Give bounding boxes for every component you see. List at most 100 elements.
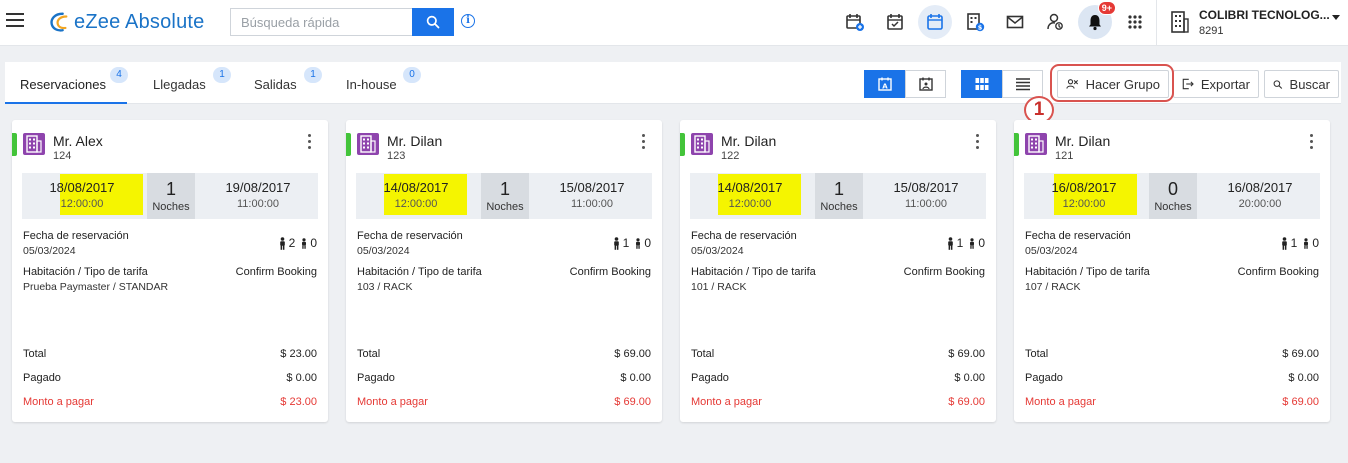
calendar-a-icon: A bbox=[877, 77, 892, 91]
handshake-button[interactable] bbox=[1038, 5, 1072, 39]
tab-reservaciones[interactable]: Reservaciones 4 bbox=[5, 62, 128, 104]
children-count: 0 bbox=[310, 236, 317, 250]
total-label: Total bbox=[1025, 348, 1049, 360]
arrival: 16/08/2017 12:00:00 bbox=[1024, 173, 1144, 219]
reservation-card[interactable]: Mr. Alex 124 18/08/2017 12:00:00 1 Noche… bbox=[12, 120, 328, 422]
adults-count: 1 bbox=[1290, 236, 1298, 250]
occupancy: 1 0 bbox=[612, 236, 651, 250]
arrival: 14/08/2017 12:00:00 bbox=[690, 173, 810, 219]
booking-date-label: Fecha de reservación bbox=[357, 230, 463, 242]
grid-icon bbox=[975, 78, 988, 90]
reservation-card[interactable]: Mr. Dilan 121 16/08/2017 12:00:00 0 Noch… bbox=[1014, 120, 1330, 422]
arrival-time: 12:00:00 bbox=[728, 198, 772, 210]
export-button[interactable]: Exportar bbox=[1173, 70, 1259, 98]
nights-box: 1 Noches bbox=[147, 173, 195, 219]
handshake-icon bbox=[1047, 13, 1063, 30]
more-options-icon[interactable] bbox=[303, 134, 315, 150]
calendar-add-button[interactable] bbox=[838, 5, 872, 39]
departure: 15/08/2017 11:00:00 bbox=[532, 173, 652, 219]
due-label: Monto a pagar bbox=[1025, 396, 1096, 408]
guest-name[interactable]: Mr. Dilan bbox=[721, 133, 776, 149]
arrival-date: 18/08/2017 bbox=[49, 180, 115, 195]
reservation-number: 124 bbox=[53, 150, 72, 162]
departure-time: 11:00:00 bbox=[236, 198, 279, 210]
room-rate: Prueba Paymaster / STANDAR bbox=[23, 281, 169, 293]
more-options-icon[interactable] bbox=[1305, 134, 1317, 150]
mail-button[interactable] bbox=[998, 5, 1032, 39]
calendar-check-button[interactable] bbox=[878, 5, 912, 39]
search-reservations-button[interactable]: Buscar bbox=[1264, 70, 1339, 98]
paid-amount: $ 0.00 bbox=[954, 372, 985, 384]
arrival: 14/08/2017 12:00:00 bbox=[356, 173, 476, 219]
company-dropdown-caret-icon[interactable] bbox=[1332, 15, 1340, 20]
notifications-button[interactable]: 9+ bbox=[1078, 1, 1116, 39]
calendar-icon bbox=[927, 14, 943, 30]
arrival-view-button[interactable]: A bbox=[864, 70, 905, 98]
due-label: Monto a pagar bbox=[23, 396, 94, 408]
tab-count-badge: 1 bbox=[213, 67, 231, 83]
billing-button[interactable]: $ bbox=[958, 5, 992, 39]
departure-time: 11:00:00 bbox=[904, 198, 947, 210]
company-name[interactable]: COLIBRI TECNOLOG... bbox=[1199, 8, 1330, 22]
calendar-button[interactable] bbox=[918, 5, 952, 39]
departure-date: 15/08/2017 bbox=[559, 180, 625, 195]
paid-amount: $ 0.00 bbox=[286, 372, 317, 384]
booking-date: 05/03/2024 bbox=[357, 245, 410, 257]
total-amount: $ 69.00 bbox=[948, 348, 985, 360]
room-building-icon bbox=[23, 133, 45, 155]
more-options-icon[interactable] bbox=[637, 134, 649, 150]
booking-status: Confirm Booking bbox=[569, 266, 651, 278]
svg-text:A: A bbox=[882, 83, 888, 91]
guest-name[interactable]: Mr. Dilan bbox=[387, 133, 442, 149]
svg-text:$: $ bbox=[978, 24, 983, 32]
due-label: Monto a pagar bbox=[357, 396, 428, 408]
departure: 16/08/2017 20:00:00 bbox=[1200, 173, 1320, 219]
total-label: Total bbox=[357, 348, 381, 360]
arrival-time: 12:00:00 bbox=[1062, 198, 1106, 210]
child-icon bbox=[636, 237, 641, 249]
tab-llegadas[interactable]: Llegadas 1 bbox=[140, 62, 235, 104]
grid-view-button[interactable] bbox=[961, 70, 1002, 98]
apps-button[interactable] bbox=[1118, 5, 1152, 39]
children-count: 0 bbox=[1312, 236, 1319, 250]
export-icon bbox=[1182, 78, 1194, 90]
layout-toggle bbox=[961, 70, 1043, 98]
app-logo[interactable]: eZee Absolute bbox=[48, 10, 204, 34]
list-view-button[interactable] bbox=[1002, 70, 1043, 98]
booking-date: 05/03/2024 bbox=[23, 245, 76, 257]
adults-count: 1 bbox=[956, 236, 964, 250]
menu-icon[interactable] bbox=[6, 13, 24, 29]
reservation-card[interactable]: Mr. Dilan 123 14/08/2017 12:00:00 1 Noch… bbox=[346, 120, 662, 422]
departure-date: 16/08/2017 bbox=[1227, 180, 1293, 195]
mail-icon bbox=[1006, 15, 1024, 29]
company-building-icon bbox=[1171, 11, 1189, 33]
arrival: 18/08/2017 12:00:00 bbox=[22, 173, 142, 219]
paid-label: Pagado bbox=[23, 372, 61, 384]
list-icon bbox=[1015, 78, 1030, 91]
tab-salidas[interactable]: Salidas 1 bbox=[241, 62, 323, 104]
stay-view-button[interactable] bbox=[905, 70, 946, 98]
more-options-icon[interactable] bbox=[971, 134, 983, 150]
paid-amount: $ 0.00 bbox=[620, 372, 651, 384]
bell-icon bbox=[1089, 15, 1101, 31]
due-amount: $ 69.00 bbox=[1282, 396, 1319, 408]
adult-icon bbox=[947, 236, 953, 250]
occupancy: 2 0 bbox=[278, 236, 317, 250]
search-icon bbox=[1273, 79, 1283, 89]
search-label: Buscar bbox=[1289, 76, 1330, 92]
nights-box: 1 Noches bbox=[481, 173, 529, 219]
tab-in-house[interactable]: In-house 0 bbox=[332, 62, 427, 104]
children-count: 0 bbox=[978, 236, 985, 250]
booking-date-label: Fecha de reservación bbox=[23, 230, 129, 242]
search-button[interactable] bbox=[412, 8, 454, 36]
calendar-person-icon bbox=[918, 77, 933, 91]
occupancy: 1 0 bbox=[1280, 236, 1319, 250]
guest-name[interactable]: Mr. Dilan bbox=[1055, 133, 1110, 149]
departure: 19/08/2017 11:00:00 bbox=[198, 173, 318, 219]
info-icon[interactable]: i bbox=[461, 14, 475, 28]
guest-name[interactable]: Mr. Alex bbox=[53, 133, 103, 149]
quick-search-input[interactable] bbox=[230, 8, 412, 36]
nights-count: 1 bbox=[165, 179, 176, 199]
reservation-card[interactable]: Mr. Dilan 122 14/08/2017 12:00:00 1 Noch… bbox=[680, 120, 996, 422]
tab-label: Reservaciones bbox=[20, 77, 106, 92]
